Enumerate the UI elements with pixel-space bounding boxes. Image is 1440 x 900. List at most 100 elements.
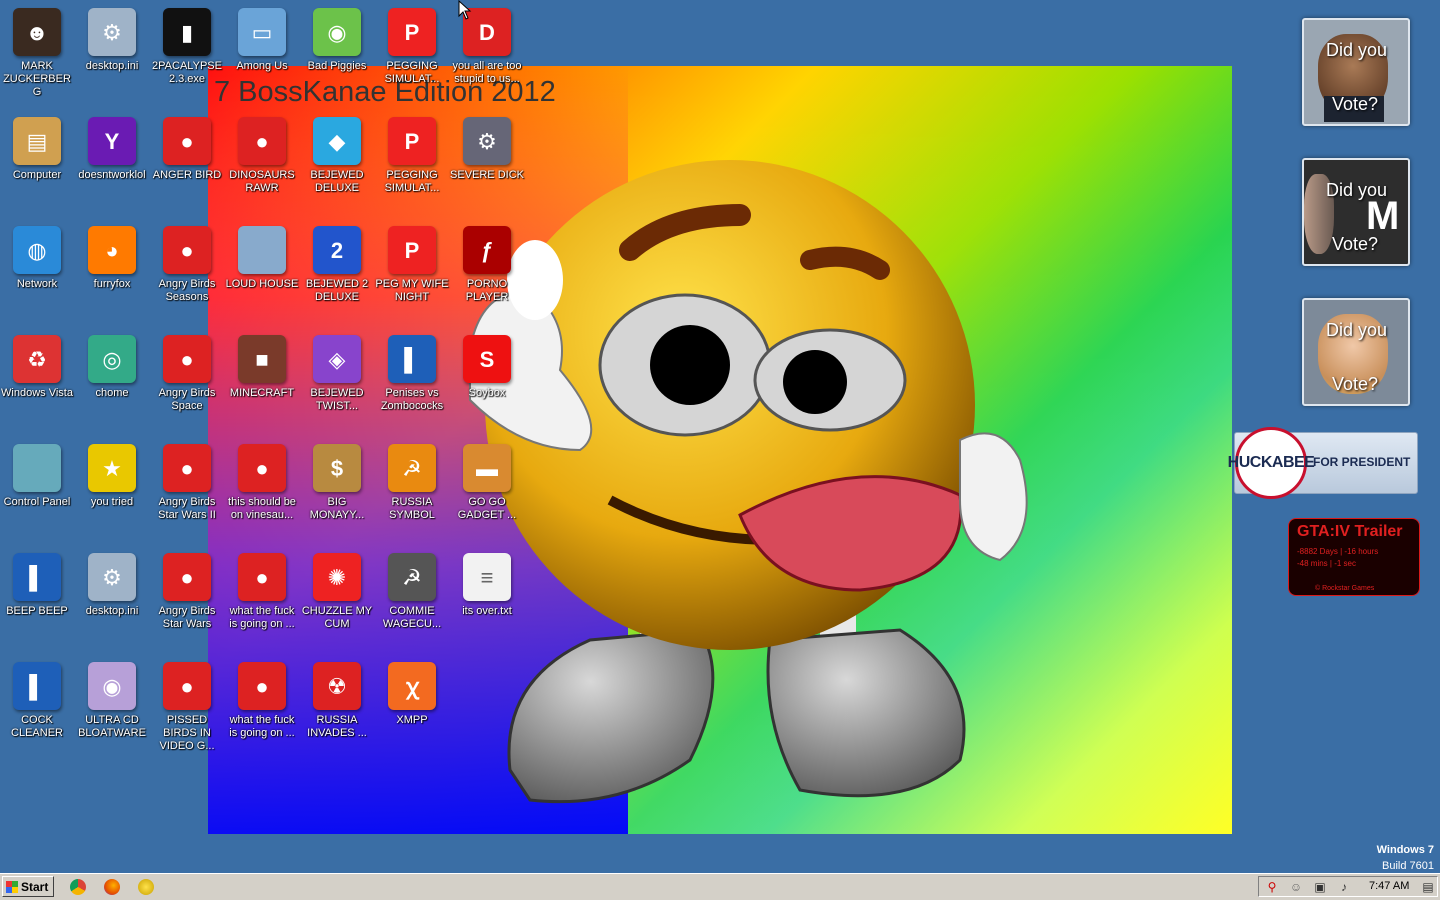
huckabee-subtitle: FOR PRESIDENT	[1313, 455, 1411, 469]
huckabee-seal: HUCKABEE	[1228, 427, 1315, 499]
desktop-icon[interactable]: Control Panel	[0, 438, 74, 509]
desktop-icon[interactable]: ☭ RUSSIA SYMBOL	[375, 438, 449, 522]
desktop-icon[interactable]: ☢ RUSSIA INVADES ...	[300, 656, 374, 740]
desktop-icon[interactable]: ☭ COMMIE WAGECU...	[375, 547, 449, 631]
volume-icon[interactable]: ♪	[1337, 880, 1351, 894]
network-tray-icon[interactable]: ▣	[1313, 880, 1327, 894]
vote-line1: Did you	[1326, 320, 1388, 340]
desktop-icon[interactable]: ƒ PORNO PLAYER	[450, 220, 524, 304]
vote-gadget-mccain[interactable]: M Did you Vote?	[1302, 158, 1410, 266]
blue-book-icon: ▌	[388, 335, 436, 383]
desktop-icon[interactable]: ꭓ XMPP	[375, 656, 449, 727]
watermark-os: Windows 7	[1376, 844, 1434, 856]
desktop-icon[interactable]: ◍ Network	[0, 220, 74, 291]
angry-bird-icon: ●	[238, 117, 286, 165]
pig-icon	[238, 226, 286, 274]
desktop-icon[interactable]: P PEG MY WIFE NIGHT	[375, 220, 449, 304]
desktop-icon[interactable]: ▮ 2PACALYPSE 2.3.exe	[150, 2, 224, 86]
desktop-icon[interactable]: ● Angry Birds Star Wars	[150, 547, 224, 631]
desktop-icon[interactable]: ⚙ desktop.ini	[75, 547, 149, 618]
start-button[interactable]: Start	[2, 876, 54, 897]
desktop-icon[interactable]: P PEGGING SIMULAT...	[375, 2, 449, 86]
desktop-icon[interactable]: ● this should be on vinesau...	[225, 438, 299, 522]
gta-countdown-gadget[interactable]: GTA:IV Trailer -8882 Days | -16 hours -4…	[1288, 518, 1420, 596]
desktop-icon-label: desktop.ini	[85, 60, 139, 72]
desktop-icon-label: ULTRA CD BLOATWARE	[78, 714, 146, 739]
desktop-icon[interactable]: Ydoesntworklol	[75, 111, 149, 182]
vote-line1: Did you	[1326, 180, 1388, 200]
desktop-icon[interactable]: ● DINOSAURS RAWR	[225, 111, 299, 195]
vote-gadget-clinton[interactable]: Did you Vote?	[1302, 298, 1410, 406]
firefox-icon[interactable]	[104, 879, 120, 895]
desktop-icon-label: RUSSIA SYMBOL	[389, 496, 435, 521]
desktop-icon[interactable]: ◎ chome	[75, 329, 149, 400]
desktop-icon[interactable]: ◉ ULTRA CD BLOATWARE	[75, 656, 149, 740]
star-icon: ★	[88, 444, 136, 492]
vote-line2: Vote?	[1332, 374, 1379, 394]
desktop-icon-label: COCK CLEANER	[11, 714, 63, 739]
desktop-icon[interactable]: ▭ Among Us	[225, 2, 299, 73]
desktop-icon[interactable]: ▬ GO GO GADGET ...	[450, 438, 524, 522]
desktop-icon[interactable]: ● Angry Birds Space	[150, 329, 224, 413]
desktop-icon[interactable]: ● ANGER BIRD	[150, 111, 224, 182]
desktop-icon[interactable]: ◉ Bad Piggies	[300, 2, 374, 73]
desktop-icon-label: PEGGING SIMULAT...	[384, 169, 440, 194]
desktop-icon[interactable]: $ BIG MONAYY...	[300, 438, 374, 522]
desktop-icon-label: MINECRAFT	[229, 387, 295, 399]
desktop-icon-label: BEEP BEEP	[6, 605, 68, 617]
p-logo-icon: P	[388, 117, 436, 165]
desktop-icon[interactable]: ⚙ desktop.ini	[75, 2, 149, 73]
desktop-icon[interactable]: ⚙ SEVERE DICK	[450, 111, 524, 182]
desktop-icon[interactable]: ◈ BEJEWED TWIST...	[300, 329, 374, 413]
p-logo-icon: P	[388, 226, 436, 274]
desktop-icon-label: BEJEWED 2 DELUXE	[305, 278, 369, 303]
firefox-icon: ◕	[88, 226, 136, 274]
chrome-icon[interactable]	[70, 879, 86, 895]
desktop-icon[interactable]: ◕ furryfox	[75, 220, 149, 291]
desktop-icon[interactable]: ★ you tried	[75, 438, 149, 509]
p-logo-icon: P	[388, 8, 436, 56]
gta-title: GTA:IV Trailer	[1297, 523, 1403, 540]
desktop-icon[interactable]: ▌ Penises vs Zombococks	[375, 329, 449, 413]
desktop-icon[interactable]: ▤ Computer	[0, 111, 74, 182]
desktop-icon-label: doesntworklol	[78, 169, 146, 181]
desktop-icon-label: CHUZZLE MY CUM	[301, 605, 373, 630]
search-icon[interactable]: ⚲	[1265, 880, 1279, 894]
vote-gadget-obama[interactable]: Did you Vote?	[1302, 18, 1410, 126]
desktop-icon[interactable]: ▌ BEEP BEEP	[0, 547, 74, 618]
desktop-icon[interactable]: ● what the fuck is going on ...	[225, 547, 299, 631]
desktop-icon[interactable]: ✺ CHUZZLE MY CUM	[300, 547, 374, 631]
desktop-icon[interactable]: ▌ COCK CLEANER	[0, 656, 74, 740]
desktop-icon[interactable]: ☻ MARK ZUCKERBERG	[0, 2, 74, 99]
desktop-icon[interactable]: S Soybox	[450, 329, 524, 400]
mouse-cursor-icon	[458, 0, 472, 20]
desktop-icon[interactable]: ● Angry Birds Star Wars II	[150, 438, 224, 522]
desktop-icon-label: PEG MY WIFE NIGHT	[375, 278, 449, 303]
show-desktop-icon[interactable]: ▤	[1421, 880, 1435, 894]
desktop-icon[interactable]: LOUD HOUSE	[225, 220, 299, 291]
desktop-icon[interactable]: ● Angry Birds Seasons	[150, 220, 224, 304]
desktop-icon[interactable]: ● PISSED BIRDS IN VIDEO G...	[150, 656, 224, 753]
desktop-icon[interactable]: ● what the fuck is going on ...	[225, 656, 299, 740]
desktop-icon[interactable]: 2 BEJEWED 2 DELUXE	[300, 220, 374, 304]
desktop-icon[interactable]: ♻ Windows Vista	[0, 329, 74, 400]
huckabee-gadget[interactable]: HUCKABEE FOR PRESIDENT	[1228, 427, 1418, 499]
blue-book-icon: ▌	[13, 662, 61, 710]
console-icon: ▮	[163, 8, 211, 56]
smiley-app-icon[interactable]	[138, 879, 154, 895]
taskbar-clock[interactable]: 7:47 AM	[1369, 880, 1409, 892]
sd-gear-icon: ⚙	[463, 117, 511, 165]
system-tray: ⚲ ☺ ▣ ♪ 7:47 AM ▤	[1258, 876, 1438, 897]
desktop-icon[interactable]: ◆ BEJEWED DELUXE	[300, 111, 374, 195]
desktop-icon[interactable]: P PEGGING SIMULAT...	[375, 111, 449, 195]
desktop-icon-label: Angry Birds Space	[158, 387, 216, 412]
gta-footer: © Rockstar Games	[1315, 585, 1375, 592]
desktop-icon-label: COMMIE WAGECU...	[382, 605, 442, 630]
angry-bird-icon: ●	[238, 553, 286, 601]
smiley-tray-icon[interactable]: ☺	[1289, 880, 1303, 894]
desktop-icon[interactable]: ≡ its over.txt	[450, 547, 524, 618]
vote-line1: Did you	[1326, 40, 1388, 60]
chuzzle-icon: ✺	[313, 553, 361, 601]
angry-bird-icon: ●	[163, 335, 211, 383]
desktop-icon[interactable]: ■ MINECRAFT	[225, 329, 299, 400]
